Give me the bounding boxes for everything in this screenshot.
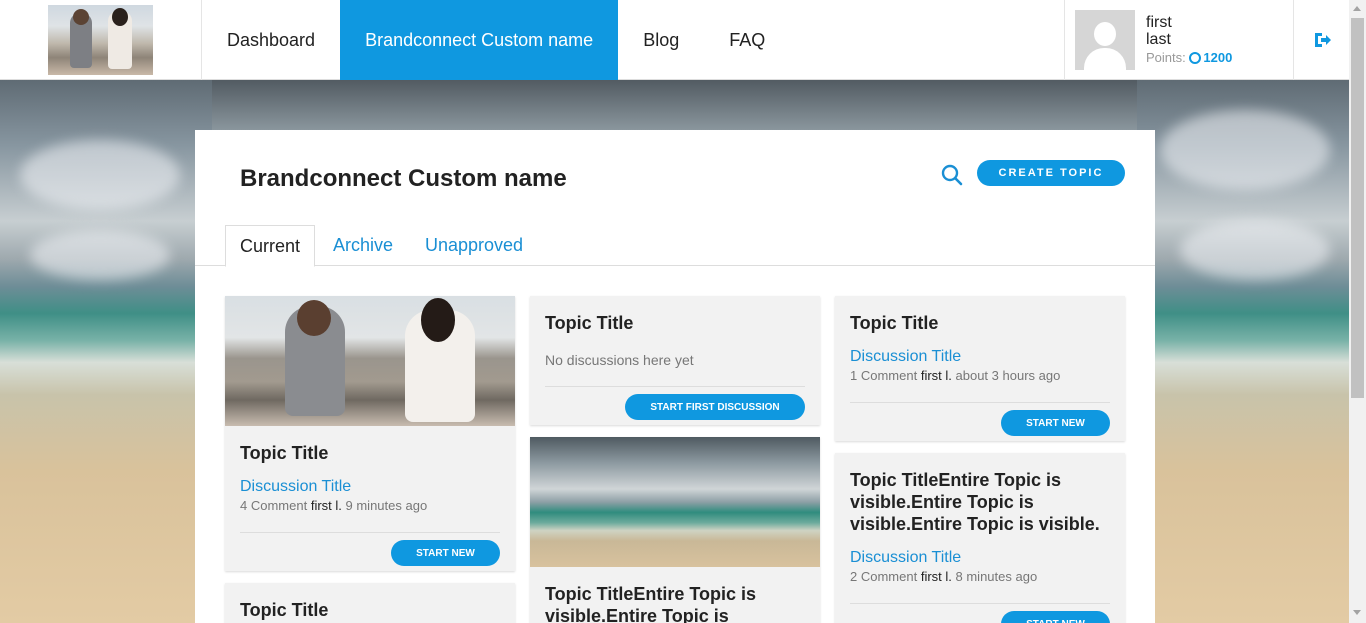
- topic-card[interactable]: Topic Title Discussion Title 4 Comment f…: [225, 296, 515, 571]
- points-icon: [1189, 52, 1202, 64]
- author: first l.: [310, 498, 342, 513]
- topic-card[interactable]: Topic Title Discussion Title 1 Comment f…: [835, 296, 1125, 441]
- page-title: Brandconnect Custom name: [240, 165, 567, 192]
- author: first l.: [920, 368, 952, 383]
- topic-title: Topic TitleEntire Topic is visible.Entir…: [850, 470, 1100, 534]
- search-button[interactable]: [940, 163, 964, 187]
- scroll-up-icon[interactable]: [1353, 6, 1361, 11]
- topic-title: Topic TitleEntire Topic is visible.Entir…: [545, 584, 757, 623]
- forum-panel: Brandconnect Custom name CREATE TOPIC Cu…: [195, 130, 1155, 623]
- start-new-button[interactable]: START NEW: [1001, 410, 1110, 436]
- topic-card[interactable]: Topic Title: [225, 583, 515, 623]
- main-nav: Dashboard Brandconnect Custom name Blog …: [202, 0, 790, 80]
- author: first l.: [920, 569, 952, 584]
- create-topic-button[interactable]: CREATE TOPIC: [977, 160, 1125, 186]
- points: Points: 1200: [1146, 49, 1232, 66]
- topic-card[interactable]: Topic Title No discussions here yet STAR…: [530, 296, 820, 425]
- user-last-name: last: [1146, 31, 1171, 48]
- points-value: 1200: [1203, 50, 1233, 65]
- discussion-meta: 2 Comment first l. 8 minutes ago: [850, 569, 1038, 584]
- divider: [545, 386, 805, 387]
- topic-card[interactable]: Topic TitleEntire Topic is visible.Entir…: [835, 453, 1125, 623]
- tab-unapproved[interactable]: Unapproved: [425, 225, 523, 266]
- points-label: Points:: [1146, 50, 1186, 65]
- nav-blog[interactable]: Blog: [618, 0, 704, 80]
- divider: [850, 402, 1110, 403]
- topic-title: Topic Title: [850, 313, 939, 333]
- tab-archive[interactable]: Archive: [333, 225, 393, 266]
- scrollbar-thumb[interactable]: [1351, 18, 1364, 398]
- discussion-meta: 1 Comment first l. about 3 hours ago: [850, 368, 1061, 383]
- logo[interactable]: [0, 0, 202, 80]
- start-first-discussion-button[interactable]: START FIRST DISCUSSION: [625, 394, 805, 420]
- logout-button[interactable]: [1294, 0, 1349, 80]
- tab-current[interactable]: Current: [225, 225, 316, 267]
- topic-image: [530, 437, 820, 567]
- user-first-name: first: [1146, 14, 1172, 31]
- logo-image: [48, 5, 153, 75]
- discussion-title[interactable]: Discussion Title: [850, 348, 1110, 366]
- topic-title: Topic Title: [240, 600, 329, 620]
- top-bar: Dashboard Brandconnect Custom name Blog …: [0, 0, 1349, 80]
- topic-title: Topic Title: [545, 313, 634, 333]
- nav-dashboard[interactable]: Dashboard: [202, 0, 340, 80]
- vertical-scrollbar[interactable]: [1349, 0, 1366, 623]
- topic-card[interactable]: Topic TitleEntire Topic is visible.Entir…: [530, 437, 820, 623]
- scroll-down-icon[interactable]: [1353, 610, 1361, 615]
- discussion-title[interactable]: Discussion Title: [240, 478, 500, 496]
- user-info: first last Points: 1200: [1146, 14, 1232, 66]
- avatar: [1075, 10, 1135, 70]
- discussion-title[interactable]: Discussion Title: [850, 549, 1110, 567]
- start-new-button[interactable]: START NEW: [1001, 611, 1110, 623]
- nav-faq[interactable]: FAQ: [704, 0, 790, 80]
- empty-message: No discussions here yet: [545, 352, 694, 368]
- discussion-meta: 4 Comment first l. 9 minutes ago: [240, 498, 428, 513]
- nav-brandconnect[interactable]: Brandconnect Custom name: [340, 0, 619, 80]
- divider: [850, 603, 1110, 604]
- divider: [240, 532, 500, 533]
- topic-image: [225, 296, 515, 426]
- topic-title: Topic Title: [240, 443, 329, 463]
- start-new-button[interactable]: START NEW: [391, 540, 500, 566]
- tab-bar: Current Archive Unapproved: [195, 225, 1155, 267]
- logout-icon: [1314, 33, 1331, 47]
- user-profile[interactable]: first last Points: 1200: [1064, 0, 1294, 80]
- search-icon: [941, 164, 963, 186]
